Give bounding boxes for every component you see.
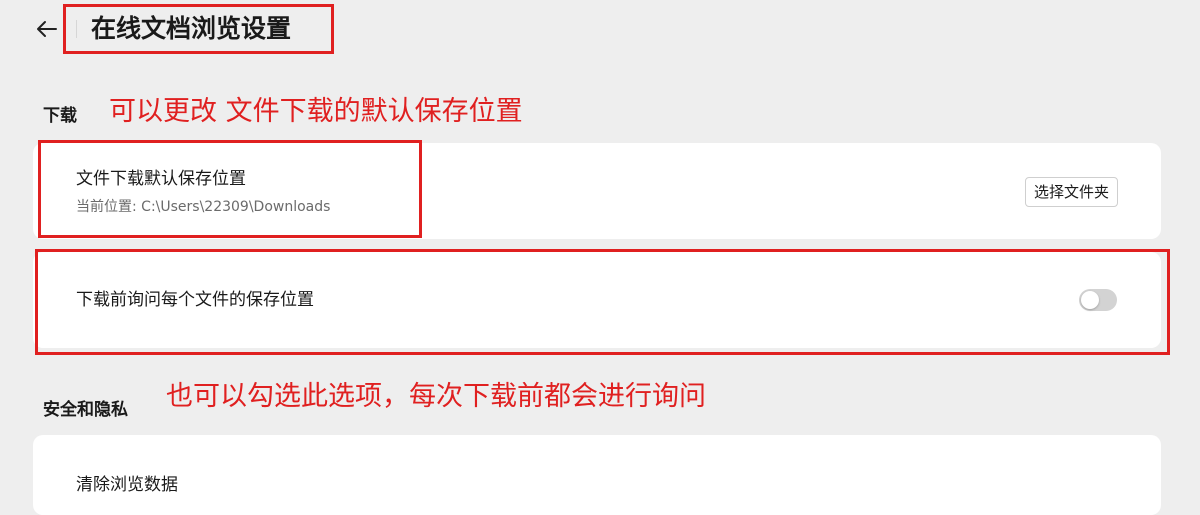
current-location-path: 当前位置: C:\Users\22309\Downloads [76, 199, 331, 215]
section-title-download: 下载 [43, 106, 77, 126]
arrow-left-icon [37, 21, 57, 37]
ask-before-download-card: 下载前询问每个文件的保存位置 [33, 252, 1161, 348]
annotation-note-ask: 也可以勾选此选项，每次下载前都会进行询问 [166, 381, 706, 412]
toggle-knob [1081, 291, 1099, 309]
ask-before-download-label: 下载前询问每个文件的保存位置 [76, 290, 314, 310]
download-location-card: 文件下载默认保存位置 当前位置: C:\Users\22309\Download… [33, 143, 1161, 239]
section-title-privacy: 安全和隐私 [43, 400, 128, 420]
back-button[interactable] [30, 12, 64, 46]
annotation-note-location: 可以更改 文件下载的默认保存位置 [109, 96, 523, 127]
clear-browsing-data-card[interactable]: 清除浏览数据 [33, 435, 1161, 515]
choose-folder-button[interactable]: 选择文件夹 [1024, 177, 1118, 207]
page-title: 在线文档浏览设置 [91, 14, 292, 43]
download-location-label: 文件下载默认保存位置 [76, 169, 246, 189]
title-divider [76, 20, 77, 38]
ask-before-download-toggle[interactable] [1079, 289, 1117, 311]
clear-browsing-data-label: 清除浏览数据 [76, 475, 178, 495]
